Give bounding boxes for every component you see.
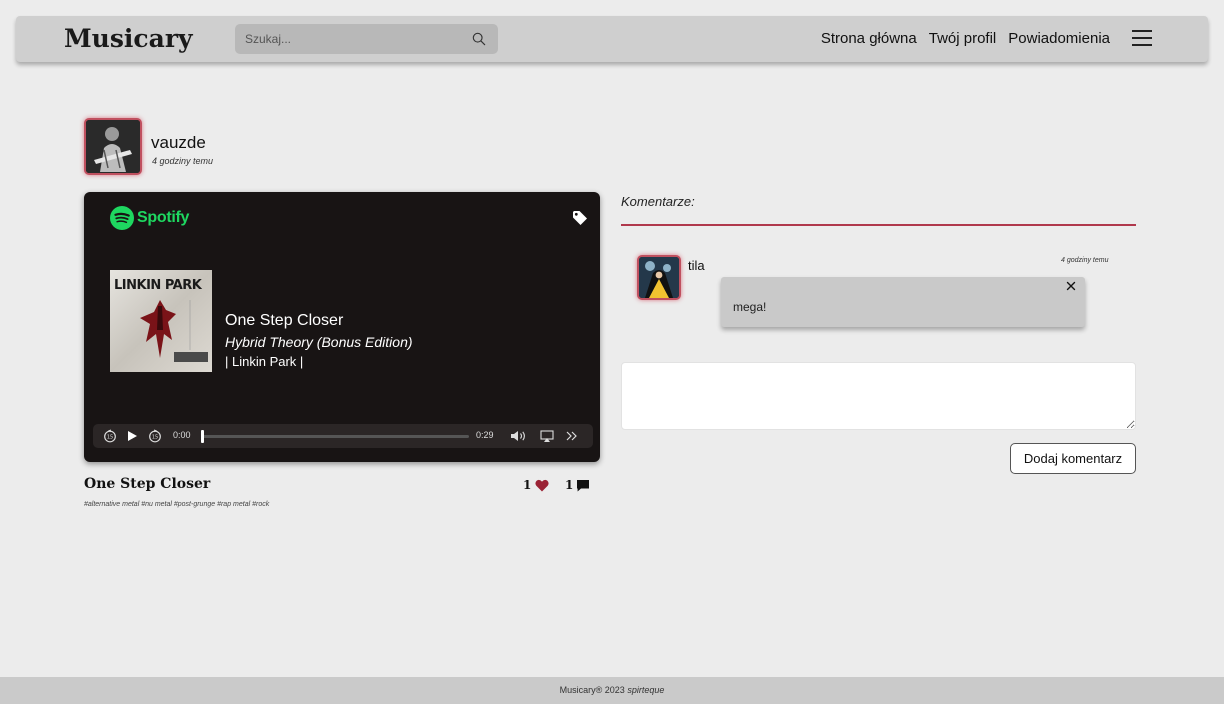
comments-count: 1 [565,478,574,492]
svg-text:15: 15 [107,435,113,441]
post-title[interactable]: One Step Closer [84,476,210,492]
search-input[interactable] [235,24,460,54]
comment-textarea[interactable] [621,362,1136,430]
comment-timestamp: 4 godziny temu [1061,257,1109,264]
spotify-icon[interactable] [110,206,134,230]
skip-forward-15-icon[interactable]: 15 [148,429,162,443]
heart-icon[interactable] [535,479,549,492]
player-controls: 15 15 0:00 0:29 [93,424,593,448]
post-hashtags[interactable]: #alternative metal #nu metal #post-grung… [84,501,269,508]
comments-heading: Komentarze: [621,194,695,209]
track-title[interactable]: One Step Closer [225,312,343,330]
progress-bar[interactable] [201,430,469,443]
footer-author[interactable]: spirteque [627,685,664,695]
post-author-name[interactable]: vauzde [151,133,206,153]
artist-name[interactable]: | Linkin Park | [225,354,303,369]
more-options-icon[interactable] [565,429,579,443]
navbar: Musicary Strona główna Twój profil Powia… [16,16,1208,62]
skip-back-15-icon[interactable]: 15 [103,429,117,443]
tag-icon[interactable] [572,210,588,226]
play-icon[interactable] [125,429,139,443]
cast-icon[interactable] [540,429,554,443]
logo[interactable]: Musicary [64,24,193,53]
footer-copyright: Musicary® 2023 [559,685,628,695]
add-comment-button[interactable]: Dodaj komentarz [1010,443,1136,474]
hamburger-menu-icon[interactable] [1132,30,1152,46]
footer: Musicary® 2023 spirteque [0,677,1224,704]
nav-links: Strona główna Twój profil Powiadomienia [821,30,1110,47]
album-cover-art [140,300,208,362]
comments-divider [621,224,1136,226]
comment-icon[interactable] [576,479,590,492]
total-time: 0:29 [476,430,494,440]
close-icon[interactable] [1066,281,1076,291]
search-icon[interactable] [472,32,486,46]
album-title[interactable]: Hybrid Theory (Bonus Edition) [225,334,413,350]
likes-count: 1 [523,478,532,492]
nav-notifications-link[interactable]: Powiadomienia [1008,30,1110,47]
progress-handle[interactable] [201,430,204,443]
comment-bubble: mega! [721,277,1085,327]
spotify-embed-player: Spotify LINKIN PARK One Step Closer Hybr… [84,192,600,462]
search-box [235,24,498,54]
spotify-wordmark: Spotify [137,209,190,226]
avatar-image [86,120,140,173]
post-timestamp: 4 godziny temu [152,156,214,166]
comment-author-name[interactable]: tila [688,258,705,273]
post-author-avatar[interactable] [84,118,142,175]
current-time: 0:00 [173,430,191,440]
comment-text: mega! [733,300,767,314]
comment-author-avatar[interactable] [637,255,681,300]
album-cover[interactable]: LINKIN PARK [110,270,212,372]
comment-avatar-image [639,257,679,298]
volume-icon[interactable] [510,429,528,443]
svg-text:15: 15 [152,435,158,441]
nav-home-link[interactable]: Strona główna [821,30,917,47]
nav-profile-link[interactable]: Twój profil [929,30,997,47]
